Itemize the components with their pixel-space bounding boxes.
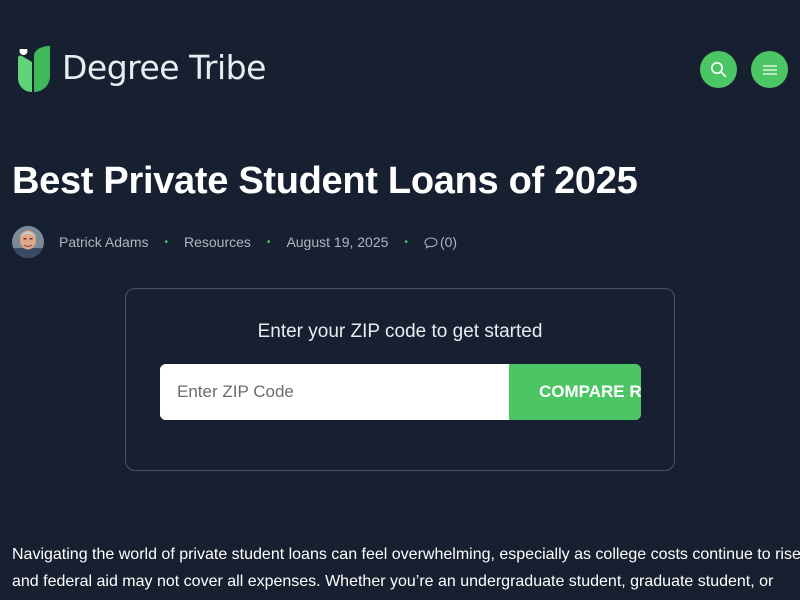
- degree-tribe-leaf-icon: [14, 42, 54, 94]
- comments-link[interactable]: (0): [424, 234, 457, 250]
- meta-separator: •: [404, 236, 408, 248]
- category-link[interactable]: Resources: [184, 234, 251, 250]
- article-intro-paragraph: Navigating the world of private student …: [12, 546, 800, 590]
- search-icon: [711, 62, 727, 78]
- publish-date: August 19, 2025: [286, 234, 389, 250]
- zip-widget-heading: Enter your ZIP code to get started: [257, 321, 543, 342]
- zip-code-input[interactable]: [160, 364, 509, 420]
- author-avatar[interactable]: [12, 226, 44, 258]
- meta-separator: •: [266, 236, 271, 248]
- comment-icon: [424, 237, 438, 250]
- site-header: Degree Tribe: [0, 0, 800, 130]
- zip-form: COMPARE RATES: [160, 364, 641, 420]
- comment-count: (0): [439, 234, 458, 250]
- logo-text: Degree Tribe: [62, 48, 266, 87]
- compare-rates-button[interactable]: COMPARE RATES: [509, 364, 641, 420]
- site-logo[interactable]: Degree Tribe: [14, 42, 266, 94]
- menu-button[interactable]: [751, 51, 788, 88]
- article-meta: Patrick Adams • Resources • August 19, 2…: [12, 226, 457, 258]
- author-name-link[interactable]: Patrick Adams: [59, 234, 148, 250]
- search-button[interactable]: [700, 51, 737, 88]
- hamburger-menu-icon: [762, 64, 777, 75]
- zip-code-widget: Enter your ZIP code to get started COMPA…: [125, 288, 675, 471]
- page-title: Best Private Student Loans of 2025: [12, 160, 638, 202]
- meta-separator: •: [164, 236, 168, 248]
